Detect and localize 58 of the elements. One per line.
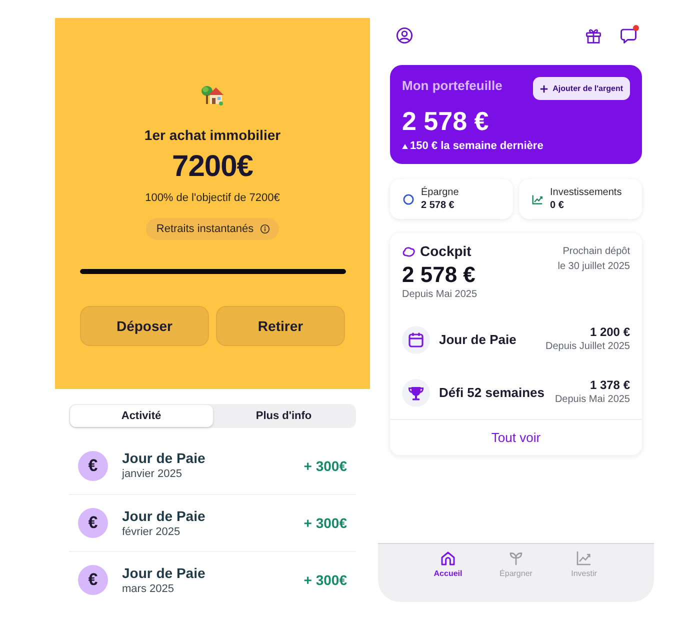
wallet-title: Mon portefeuille xyxy=(402,78,502,94)
plus-icon xyxy=(540,84,548,92)
cockpit-title: Cockpit xyxy=(420,243,472,260)
activity-title: Jour de Paie xyxy=(122,450,206,467)
nav-tab[interactable]: Accueil xyxy=(414,550,482,578)
goal-progress-text: 100% de l'objectif de 7200€ xyxy=(145,191,280,205)
goal-title: 1er achat immobilier xyxy=(144,127,281,144)
activity-date: janvier 2025 xyxy=(122,467,183,481)
plan-since: Depuis Mai 2025 xyxy=(554,393,630,407)
euro-avatar: € xyxy=(78,508,108,538)
next-deposit-label: Prochain dépôt xyxy=(562,245,630,259)
account-label: Épargne xyxy=(421,186,459,199)
cloud-icon xyxy=(402,246,416,257)
weekly-change: 150 € la semaine dernière xyxy=(410,139,544,153)
cockpit-since: Depuis Mai 2025 xyxy=(402,288,478,301)
account-label: Investissements xyxy=(550,186,622,199)
home-icon xyxy=(440,550,456,566)
chart-icon xyxy=(576,550,592,566)
sprout-icon xyxy=(508,550,524,566)
activity-title: Jour de Paie xyxy=(122,564,206,582)
info-chip[interactable]: Retraits instantanés xyxy=(146,218,279,240)
profile-icon[interactable] xyxy=(396,26,413,44)
activity-amount: + 300€ xyxy=(304,515,347,531)
plan-name: Jour de Paie xyxy=(439,332,518,347)
trophy-icon xyxy=(402,378,430,406)
info-icon xyxy=(260,224,270,234)
activity-title: Jour de Paie xyxy=(122,508,206,524)
add-money-button[interactable]: Ajouter de l'argent xyxy=(532,77,630,100)
account-card[interactable]: Épargne 2 578 € xyxy=(390,179,513,219)
wallet-amount: 2 578 € xyxy=(402,106,490,136)
activity-amount: + 300€ xyxy=(304,572,347,588)
account-amount: 2 578 € xyxy=(421,199,456,212)
see-all-link[interactable]: Tout voir xyxy=(491,430,541,445)
house-icon xyxy=(200,83,224,106)
tab[interactable]: Activité xyxy=(70,405,212,427)
account-amount: 0 € xyxy=(550,199,565,212)
cockpit-amount: 2 578 € xyxy=(402,262,476,288)
euro-avatar: € xyxy=(78,450,108,480)
chart-icon xyxy=(532,194,543,204)
plan-amount: 1 378 € xyxy=(588,378,630,393)
activity-date: février 2025 xyxy=(122,524,182,538)
gift-icon[interactable] xyxy=(585,26,602,44)
goal-amount: 7200€ xyxy=(172,150,253,184)
activity-date: mars 2025 xyxy=(122,582,175,596)
ring-icon xyxy=(403,194,414,204)
activity-amount: + 300€ xyxy=(304,458,347,474)
tab[interactable]: Plus d'info xyxy=(212,405,355,427)
plan-since: Depuis Juillet 2025 xyxy=(546,340,630,354)
chat-icon[interactable] xyxy=(620,26,637,44)
next-deposit-date: le 30 juillet 2025 xyxy=(558,260,630,274)
plan-name: Défi 52 semaines xyxy=(439,385,546,400)
withdraw-button[interactable]: Retirer xyxy=(216,306,345,346)
plan-amount: 1 200 € xyxy=(588,325,630,340)
account-card[interactable]: Investissements 0 € xyxy=(519,179,642,219)
deposit-button[interactable]: Déposer xyxy=(80,306,209,346)
calendar-icon xyxy=(402,326,430,354)
up-triangle-icon xyxy=(402,144,408,148)
euro-avatar: € xyxy=(78,565,108,595)
